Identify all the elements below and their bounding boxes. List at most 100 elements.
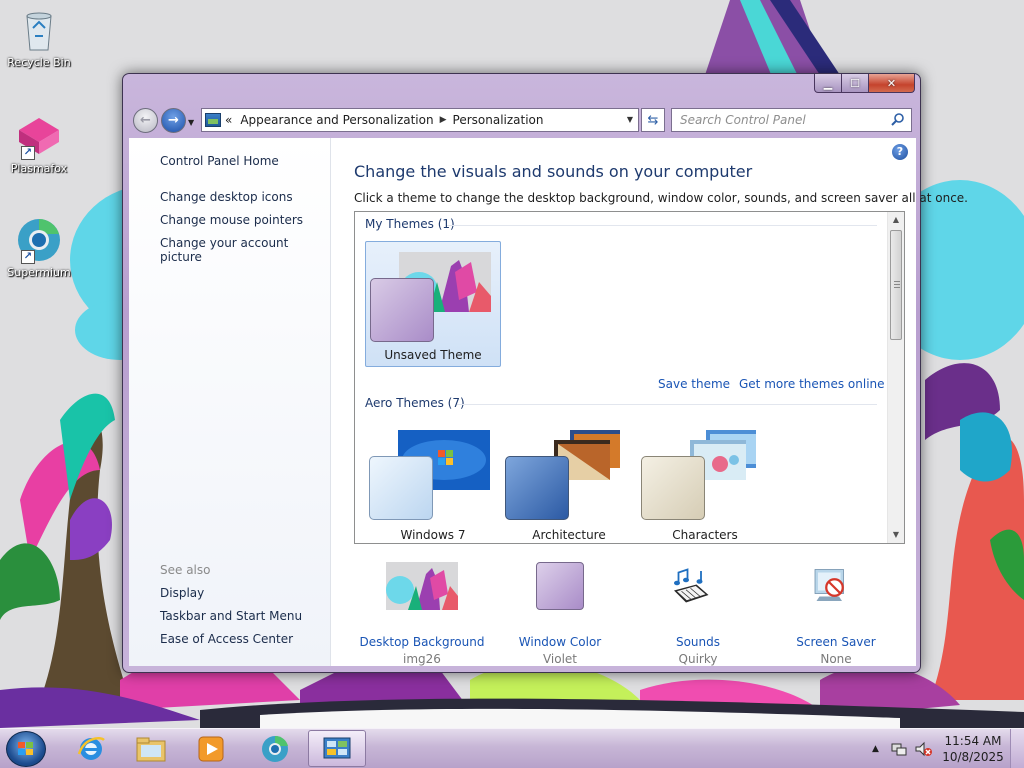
scroll-down-arrow-icon[interactable]: ▼ (888, 527, 904, 543)
setting-label[interactable]: Desktop Background (357, 635, 487, 649)
screen-saver-setting[interactable]: Screen Saver None (771, 569, 901, 666)
theme-list: My Themes (1) Unsaved Theme Save theme G… (354, 211, 905, 544)
control-panel-icon (323, 737, 351, 758)
supermium-icon: ↗ (15, 216, 63, 264)
shortcut-arrow-icon: ↗ (21, 146, 35, 160)
minimize-button[interactable]: ▁ (814, 74, 842, 93)
control-panel-home-link[interactable]: Control Panel Home (160, 154, 279, 168)
page-title: Change the visuals and sounds on your co… (354, 162, 753, 181)
close-button[interactable]: ✕ (869, 74, 915, 93)
system-tray: ▲ (866, 729, 933, 768)
volume-muted-icon[interactable] (915, 741, 933, 757)
theme-color-swatch (369, 456, 433, 520)
change-desktop-icons-link[interactable]: Change desktop icons (160, 190, 293, 204)
recent-pages-dropdown[interactable]: ▼ (188, 118, 194, 127)
minimize-icon: ▁ (823, 76, 833, 90)
clock-time: 11:54 AM (944, 734, 1002, 748)
setting-value: Quirky (678, 652, 718, 666)
shortcut-arrow-icon: ↗ (21, 250, 35, 264)
help-icon[interactable]: ? (892, 144, 908, 160)
breadcrumb-appearance[interactable]: Appearance and Personalization (240, 113, 433, 127)
forward-button[interactable]: → (161, 108, 186, 133)
search-icon[interactable] (891, 112, 905, 126)
task-pane: Control Panel Home Change desktop icons … (129, 138, 331, 666)
personalization-window: ▁ ☐ ✕ ← → ▼ « Appearance and Personaliza… (122, 73, 968, 673)
theme-list-scrollbar[interactable]: ▲ ▼ (887, 212, 904, 543)
back-arrow-icon: ← (140, 113, 151, 128)
clock[interactable]: 11:54 AM 10/8/2025 (940, 733, 1006, 765)
change-account-picture-link[interactable]: Change your account picture (160, 236, 330, 264)
media-player-icon (198, 736, 224, 761)
internet-explorer-icon (77, 736, 105, 760)
setting-label[interactable]: Screen Saver (771, 635, 901, 649)
desktop-icon-plasmafox[interactable]: ↗ Plasmafox (1, 112, 77, 175)
caption-buttons: ▁ ☐ ✕ (814, 74, 915, 93)
setting-value: Violet (542, 652, 578, 666)
get-more-themes-link[interactable]: Get more themes online (739, 377, 885, 391)
screen-saver-icon (814, 569, 844, 601)
network-icon[interactable] (891, 741, 907, 757)
save-theme-link[interactable]: Save theme (658, 377, 730, 391)
scroll-grip (894, 281, 900, 288)
scroll-thumb[interactable] (890, 230, 902, 340)
ease-of-access-link[interactable]: Ease of Access Center (160, 632, 293, 646)
desktop-background-setting[interactable]: Desktop Background img26 (357, 562, 487, 666)
theme-characters[interactable]: Characters (637, 420, 773, 543)
theme-color-swatch (505, 456, 569, 520)
theme-unsaved[interactable]: Unsaved Theme (365, 241, 501, 367)
desktop-icon-supermium[interactable]: ↗ Supermium (1, 216, 77, 279)
search-placeholder: Search Control Panel (680, 113, 806, 127)
group-divider (457, 404, 877, 405)
group-divider (447, 225, 877, 226)
address-overflow-icon[interactable]: « (225, 113, 232, 127)
search-input[interactable]: Search Control Panel (671, 108, 912, 132)
address-dropdown-icon[interactable]: ▼ (627, 115, 633, 124)
start-button[interactable] (6, 731, 46, 767)
taskbar-internet-explorer[interactable] (62, 730, 120, 767)
refresh-icon: ⇆ (647, 112, 659, 128)
main-content: ? Change the visuals and sounds on your … (331, 138, 968, 666)
breadcrumb-separator-icon[interactable]: ▶ (440, 115, 447, 125)
aero-themes-heading: Aero Themes (7) (365, 396, 465, 410)
sounds-setting[interactable]: Sounds Quirky (633, 568, 763, 666)
setting-label[interactable]: Sounds (633, 635, 763, 649)
display-link[interactable]: Display (160, 586, 204, 600)
show-hidden-icons-icon[interactable]: ▲ (872, 744, 879, 754)
address-bar[interactable]: « Appearance and Personalization ▶ Perso… (201, 108, 639, 132)
theme-label: Windows 7 (400, 528, 466, 542)
window-color-icon (536, 562, 584, 610)
taskbar-explorer[interactable] (122, 730, 180, 767)
breadcrumb-personalization[interactable]: Personalization (453, 113, 544, 127)
sounds-icon (674, 568, 709, 603)
close-icon: ✕ (886, 76, 897, 90)
supermium-icon (262, 735, 288, 762)
desktop-icon-recycle-bin[interactable]: Recycle Bin (1, 6, 77, 69)
window-color-setting[interactable]: Window Color Violet (495, 562, 625, 666)
setting-value: None (820, 652, 852, 666)
taskbar-control-panel[interactable] (308, 730, 366, 767)
windows-logo-icon (18, 742, 33, 755)
theme-color-swatch (641, 456, 705, 520)
back-button[interactable]: ← (133, 108, 158, 133)
taskbar-supermium[interactable] (246, 730, 304, 767)
maximize-button[interactable]: ☐ (842, 74, 869, 93)
change-mouse-pointers-link[interactable]: Change mouse pointers (160, 213, 303, 227)
maximize-icon: ☐ (850, 76, 860, 90)
theme-color-swatch (370, 278, 434, 342)
scroll-up-arrow-icon[interactable]: ▲ (888, 212, 904, 228)
setting-value: img26 (403, 652, 441, 666)
desktop-icon-label: Recycle Bin (7, 56, 71, 69)
refresh-button[interactable]: ⇆ (641, 108, 665, 132)
show-desktop-button[interactable] (1010, 729, 1024, 768)
setting-label[interactable]: Window Color (495, 635, 625, 649)
explorer-icon (136, 737, 166, 761)
desktop-icon-label: Plasmafox (10, 162, 68, 175)
control-panel-icon (205, 113, 221, 127)
taskbar-media-player[interactable] (182, 730, 240, 767)
forward-arrow-icon: → (168, 113, 179, 128)
theme-label: Unsaved Theme (384, 348, 482, 362)
taskbar-start-menu-link[interactable]: Taskbar and Start Menu (160, 609, 302, 623)
theme-windows-7[interactable]: Windows 7 (365, 420, 501, 543)
page-description: Click a theme to change the desktop back… (354, 191, 968, 205)
theme-architecture[interactable]: Architecture (501, 420, 637, 543)
